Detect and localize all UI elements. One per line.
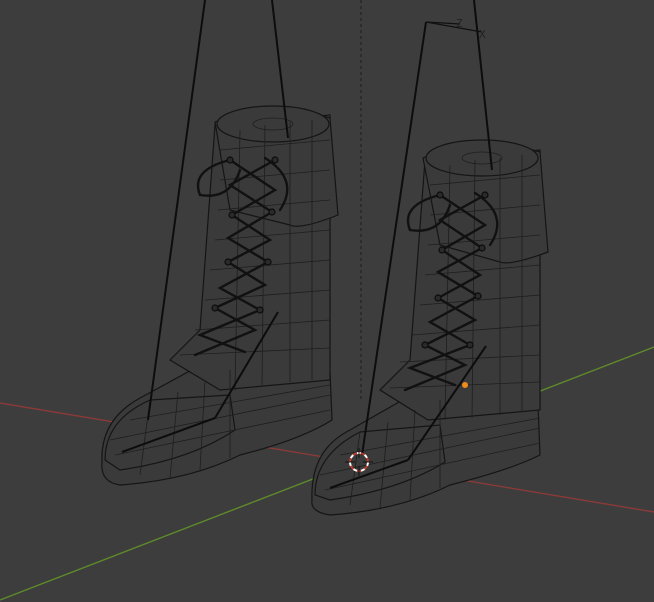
right-boot-mesh[interactable]: [311, 0, 549, 516]
viewport-canvas[interactable]: Z X: [0, 0, 654, 602]
left-boot-mesh[interactable]: [101, 0, 339, 486]
empty-axis-z-label: Z: [456, 17, 463, 30]
empty-axis-x-label: X: [479, 28, 486, 41]
3d-viewport[interactable]: Z X: [0, 0, 654, 602]
object-origin-icon[interactable]: [462, 382, 468, 388]
